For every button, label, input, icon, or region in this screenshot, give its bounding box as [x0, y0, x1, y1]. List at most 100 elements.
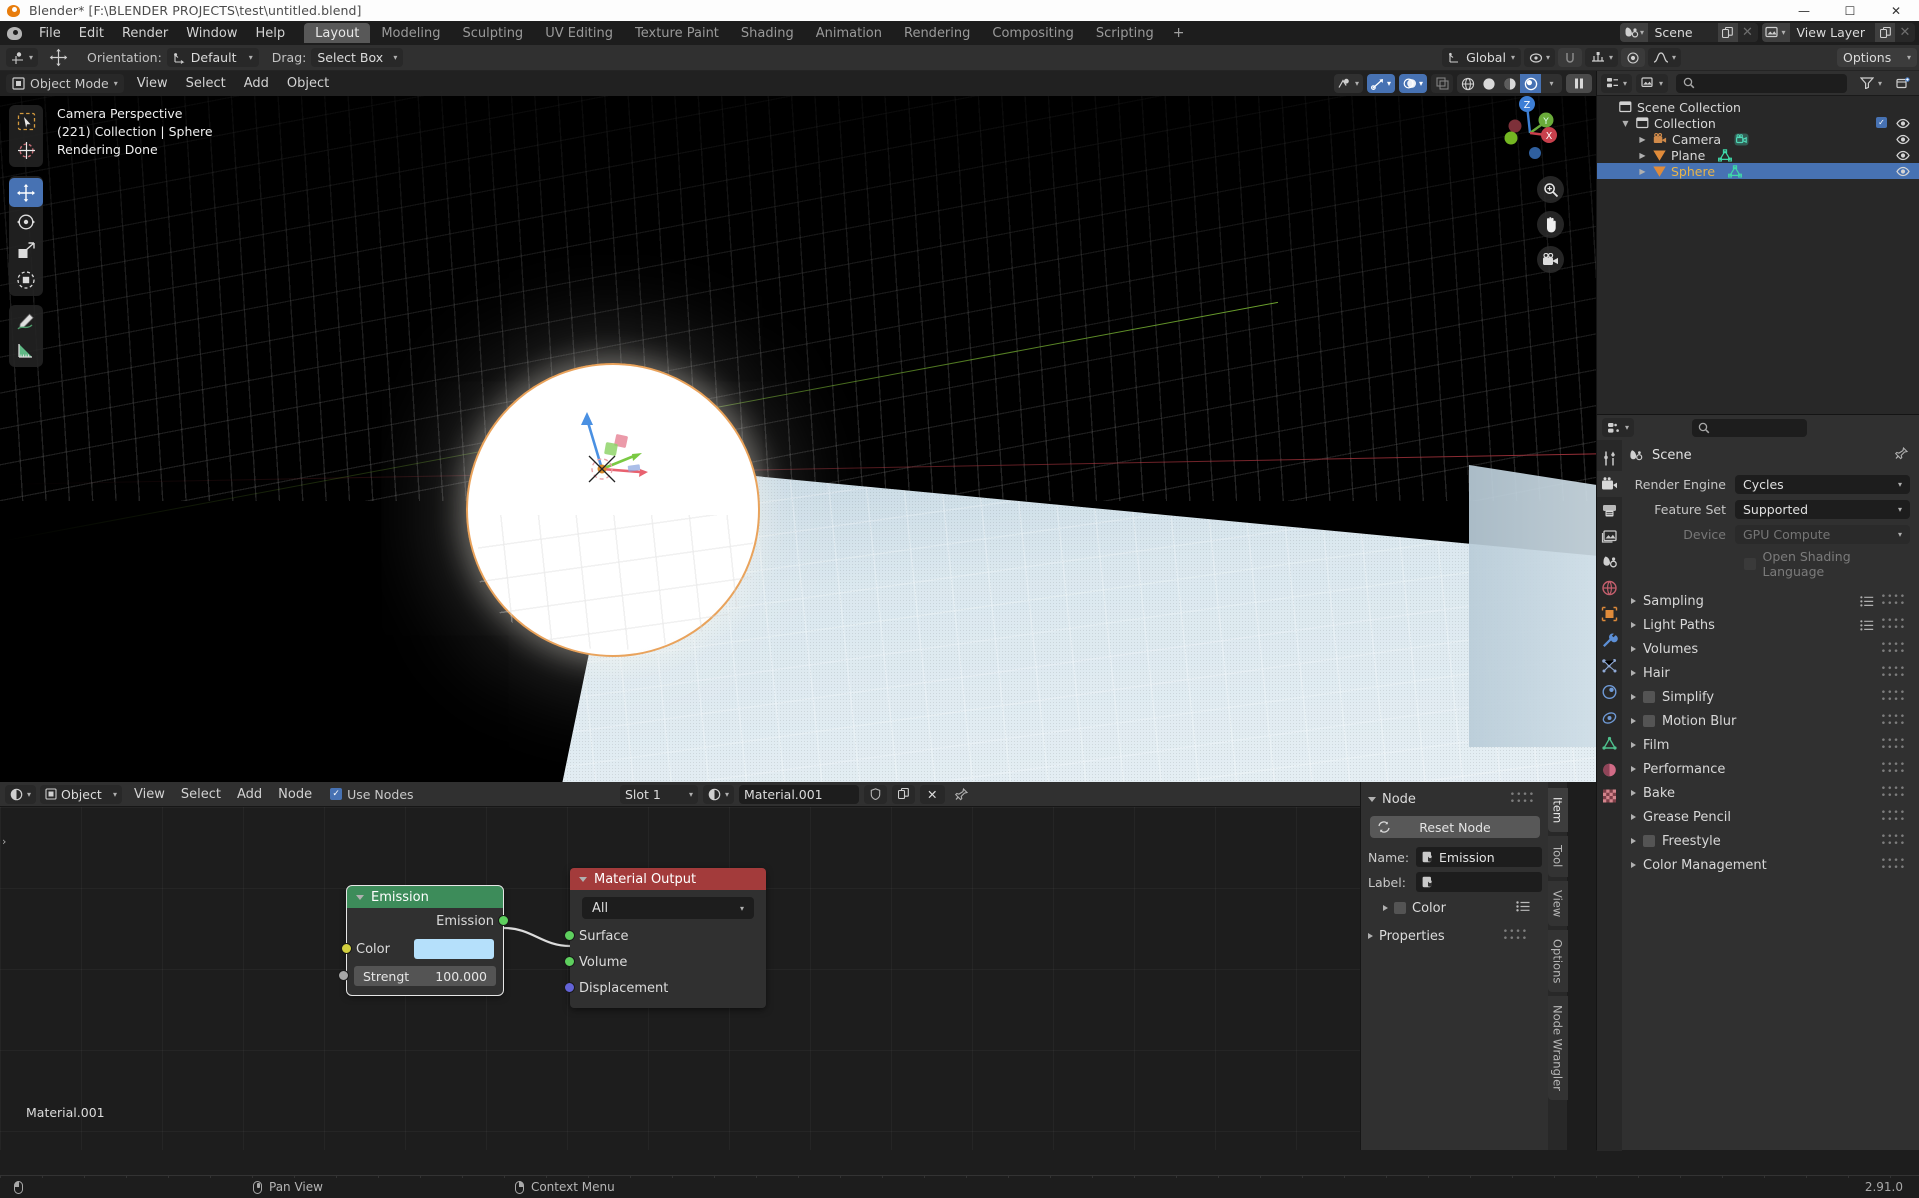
node-canvas[interactable]: › Emission Emission Color Strengt 100.00…	[0, 807, 1360, 1150]
properties-panel-film[interactable]: Film •••• ••••	[1628, 733, 1910, 757]
unlink-scene-button[interactable]: ✕	[1737, 23, 1758, 42]
shading-options-dropdown[interactable]: ▾	[1541, 74, 1562, 93]
shading-wireframe[interactable]	[1457, 74, 1478, 93]
node-emission[interactable]: Emission Emission Color Strengt 100.000	[338, 885, 509, 996]
color-swatch[interactable]	[414, 939, 494, 959]
node-output-volume-row[interactable]: Volume	[564, 949, 766, 975]
mesh-data-icon[interactable]	[1718, 148, 1733, 162]
workspace-tab-modeling[interactable]: Modeling	[370, 23, 451, 43]
workspace-tab-sculpting[interactable]: Sculpting	[451, 23, 534, 43]
properties-panel-performance[interactable]: Performance •••• ••••	[1628, 757, 1910, 781]
properties-panel-simplify[interactable]: Simplify •••• ••••	[1628, 685, 1910, 709]
properties-panel-grease-pencil[interactable]: Grease Pencil •••• ••••	[1628, 805, 1910, 829]
tab-world[interactable]	[1597, 575, 1622, 601]
options-dropdown[interactable]: Options ▾	[1837, 48, 1917, 67]
node-sidebar-tab-view[interactable]: View	[1547, 880, 1568, 926]
properties-panel-hair[interactable]: Hair •••• ••••	[1628, 661, 1910, 685]
tab-object-data[interactable]	[1597, 731, 1622, 757]
pause-render-button[interactable]	[1566, 74, 1592, 93]
tab-modifiers[interactable]	[1597, 627, 1622, 653]
node-name-input[interactable]: Emission	[1416, 847, 1542, 867]
color-checkbox[interactable]	[1394, 902, 1406, 914]
node-emission-header[interactable]: Emission	[347, 886, 503, 908]
workspace-tab-uv-editing[interactable]: UV Editing	[534, 23, 624, 43]
node-material-output-header[interactable]: Material Output	[570, 868, 766, 890]
workspace-tab-rendering[interactable]: Rendering	[893, 23, 981, 43]
outliner-row-sphere[interactable]: ▶ Sphere	[1597, 163, 1919, 179]
menu-render[interactable]: Render	[113, 23, 177, 44]
disclosure-triangle-icon[interactable]: ▶	[1637, 135, 1648, 144]
scene-selector[interactable]: ▾ Scene ✕	[1619, 23, 1758, 42]
node-output-displacement-row[interactable]: Displacement	[564, 975, 766, 1001]
socket-strength-input[interactable]	[338, 970, 349, 981]
socket-emission-output[interactable]	[498, 915, 509, 926]
expand-icon[interactable]	[1631, 670, 1636, 676]
remove-viewlayer-button[interactable]: ✕	[1895, 23, 1915, 42]
3d-viewport[interactable]: Camera Perspective (221) Collection | Sp…	[0, 71, 1596, 782]
rotate-tool[interactable]	[9, 207, 43, 236]
zoom-icon[interactable]	[1537, 176, 1564, 203]
socket-color-input[interactable]	[341, 943, 352, 954]
scale-tool[interactable]	[9, 236, 43, 265]
menu-edit[interactable]: Edit	[70, 23, 113, 44]
workspace-tab-compositing[interactable]: Compositing	[981, 23, 1085, 43]
node-color-row[interactable]: Color	[1368, 897, 1542, 919]
mesh-data-icon[interactable]	[1728, 164, 1742, 178]
transform-tool[interactable]	[9, 265, 43, 294]
tab-object[interactable]	[1597, 601, 1622, 627]
workspace-tab-texture-paint[interactable]: Texture Paint	[624, 23, 730, 43]
visibility-dropdown[interactable]: ▾	[1333, 74, 1363, 93]
outliner-row-camera[interactable]: ▶ Camera	[1597, 131, 1919, 147]
close-button[interactable]: ✕	[1873, 0, 1919, 21]
properties-editor[interactable]: ▾ Scene Render Engine Cycles ▾ Feature S…	[1596, 414, 1919, 1151]
active-tool-icon[interactable]: ▾	[6, 48, 39, 67]
pin-icon[interactable]	[950, 785, 973, 804]
measure-tool[interactable]	[9, 336, 43, 365]
material-browse-dropdown[interactable]: ▾	[703, 784, 735, 804]
shader-menu-view[interactable]: View	[126, 785, 173, 804]
collapse-icon[interactable]	[356, 894, 364, 900]
3d-scene[interactable]	[0, 71, 1596, 782]
outliner-row-scene-collection[interactable]: Scene Collection	[1597, 99, 1919, 115]
outliner-enable-checkbox[interactable]: ✓	[1876, 117, 1887, 128]
expand-icon[interactable]	[1383, 905, 1388, 911]
properties-panel-motion-blur[interactable]: Motion Blur •••• ••••	[1628, 709, 1910, 733]
menu-window[interactable]: Window	[177, 23, 246, 44]
pin-icon[interactable]	[1894, 446, 1909, 464]
workspace-tab-animation[interactable]: Animation	[805, 23, 893, 43]
editor-type-dropdown[interactable]: ▾	[5, 784, 37, 804]
gizmo-toggle[interactable]: ▾	[1366, 74, 1395, 93]
transform-orientation-dropdown[interactable]: Global ▾	[1442, 48, 1521, 67]
socket-volume-input[interactable]	[564, 956, 575, 967]
navigation-gizmo[interactable]: Z Y X	[1490, 89, 1570, 169]
xray-toggle[interactable]	[1431, 74, 1453, 93]
node-emission-strength-row[interactable]: Strengt 100.000	[338, 964, 503, 988]
socket-surface-input[interactable]	[564, 930, 575, 941]
viewport-menu-view[interactable]: View	[128, 74, 177, 93]
preset-list-icon[interactable]	[1860, 619, 1874, 631]
new-scene-button[interactable]	[1717, 23, 1738, 42]
falloff-dropdown[interactable]: ▾	[1647, 48, 1681, 67]
new-viewlayer-button[interactable]	[1875, 23, 1895, 42]
properties-panel-bake[interactable]: Bake •••• ••••	[1628, 781, 1910, 805]
workspace-tab-scripting[interactable]: Scripting	[1085, 23, 1165, 43]
expand-icon[interactable]	[1631, 790, 1636, 796]
menu-file[interactable]: File	[30, 23, 70, 44]
expand-icon[interactable]	[1631, 742, 1636, 748]
node-sidebar-tab-item[interactable]: Item	[1547, 788, 1568, 833]
outliner-display-mode-dropdown[interactable]: ▾	[1636, 73, 1669, 93]
disclosure-triangle-icon[interactable]: ▼	[1620, 119, 1631, 128]
viewport-menu-object[interactable]: Object	[278, 74, 338, 93]
new-collection-button[interactable]	[1891, 74, 1915, 93]
expand-icon[interactable]	[1631, 694, 1636, 700]
tab-output[interactable]	[1597, 497, 1622, 523]
viewport-menu-add[interactable]: Add	[235, 74, 278, 93]
panel-enable-checkbox[interactable]	[1643, 691, 1655, 703]
viewlayer-selector[interactable]: ▾ View Layer ✕	[1761, 23, 1915, 42]
tab-texture[interactable]	[1597, 783, 1622, 809]
material-slot-dropdown[interactable]: Slot 1 ▾	[620, 784, 698, 804]
object-mode-dropdown[interactable]: Object Mode ▾	[6, 74, 124, 93]
proportional-edit-dropdown[interactable]: ▾	[1584, 48, 1618, 67]
node-emission-color-row[interactable]: Color	[341, 934, 503, 964]
device-dropdown[interactable]: GPU Compute ▾	[1735, 525, 1910, 544]
